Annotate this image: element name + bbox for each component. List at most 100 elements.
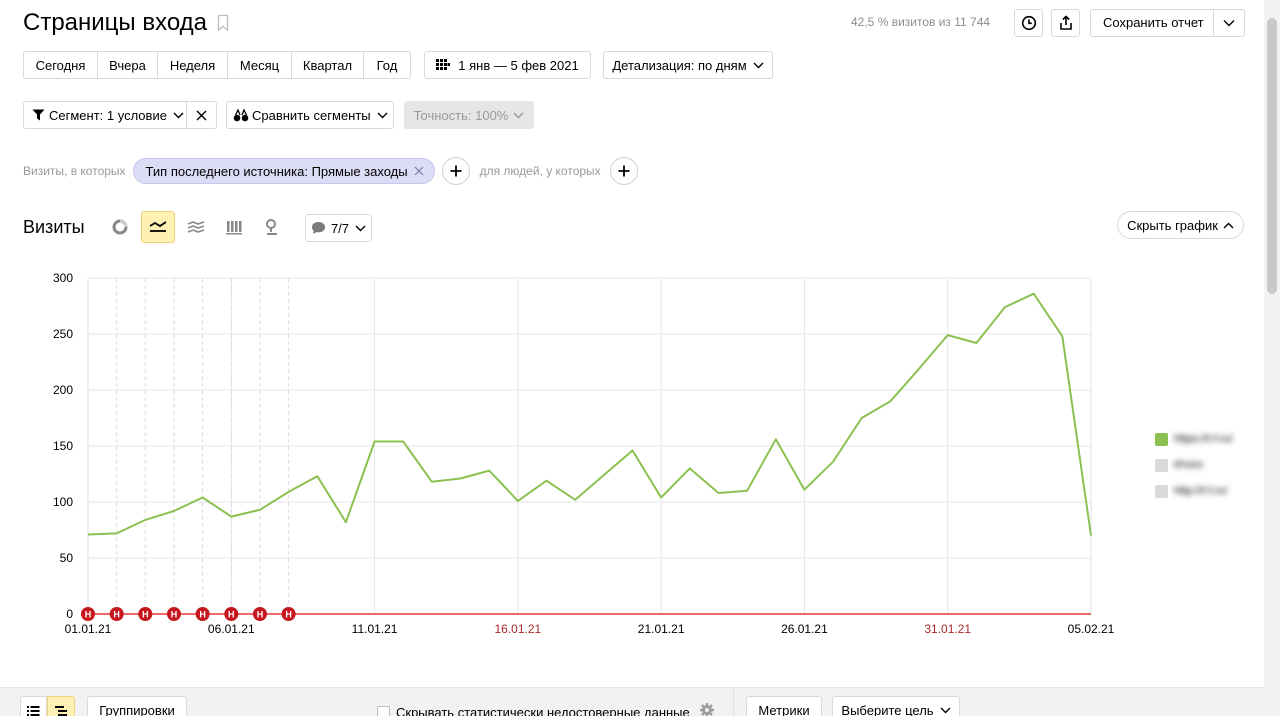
save-report-label: Сохранить отчет (1091, 10, 1214, 36)
page-title: Страницы входа (23, 9, 207, 36)
chart-legend: https://t-f.ru/ Итого http://t-f.ru/ (1155, 426, 1233, 504)
chevron-down-icon (513, 112, 524, 118)
hide-chart-label: Скрыть график (1127, 217, 1218, 233)
people-condition-prefix: для людей, у которых (479, 164, 601, 178)
chart-type-bar[interactable] (217, 211, 251, 243)
map-pin-icon (265, 219, 277, 235)
pie-chart-icon (112, 219, 128, 235)
x-tick-label: 31.01.21 (924, 622, 971, 636)
area-chart-icon (187, 221, 204, 233)
clock-icon (1021, 15, 1036, 31)
x-tick-label: 11.01.21 (352, 622, 398, 636)
date-range-button[interactable]: 1 янв — 5 фев 2021 (424, 51, 591, 79)
accuracy-dropdown: Точность: 100% (404, 101, 534, 129)
condition-chip[interactable]: Тип последнего источника: Прямые заходы (132, 158, 435, 184)
save-report-button[interactable]: Сохранить отчет (1090, 9, 1245, 37)
detail-label: Детализация: по дням (612, 57, 747, 73)
hide-chart-button[interactable]: Скрыть график (1117, 211, 1244, 239)
checkbox-box[interactable] (377, 706, 390, 716)
legend-label: http://t-f.ru/ (1174, 485, 1228, 497)
period-selector: Сегодня Вчера Неделя Месяц Квартал Год (23, 51, 411, 79)
legend-item[interactable]: Итого (1155, 452, 1233, 478)
plus-icon (450, 165, 462, 177)
holiday-marker-label: Н (171, 610, 178, 620)
clear-segment-button[interactable] (187, 101, 217, 129)
comment-icon (311, 222, 325, 234)
chart-header: Визиты (23, 211, 293, 243)
goal-label: Выберите цель (841, 702, 934, 716)
legend-item[interactable]: https://t-f.ru/ (1155, 426, 1233, 452)
segment-dropdown[interactable]: Сегмент: 1 условие (23, 101, 187, 129)
compare-icon (233, 108, 249, 121)
legend-swatch (1155, 458, 1168, 472)
notes-count: 7/7 (330, 220, 350, 236)
accuracy-label: Точность: 100% (413, 107, 509, 123)
x-tick-label: 05.02.21 (1068, 622, 1115, 636)
detail-dropdown[interactable]: Детализация: по дням (603, 51, 773, 79)
chart-title: Визиты (23, 216, 85, 237)
goal-dropdown[interactable]: Выберите цель (832, 696, 960, 716)
segment-conditions: Визиты, в которых Тип последнего источни… (23, 157, 638, 185)
condition-chip-label: Тип последнего источника: Прямые заходы (145, 163, 408, 179)
x-tick-label: 21.01.21 (638, 622, 685, 636)
period-year[interactable]: Год (364, 52, 410, 78)
export-button[interactable] (1051, 9, 1080, 37)
period-month[interactable]: Месяц (228, 52, 292, 78)
y-tick-label: 250 (53, 327, 73, 341)
y-tick-label: 100 (53, 495, 73, 509)
notes-dropdown[interactable]: 7/7 (305, 214, 372, 242)
list-icon (27, 705, 40, 716)
x-tick-label: 06.01.21 (208, 622, 255, 636)
list-view-button[interactable] (20, 696, 47, 716)
holiday-marker-label: Н (113, 610, 120, 620)
toolbar-divider (733, 688, 734, 716)
tree-view-button[interactable] (47, 696, 75, 716)
series-line (87, 292, 1092, 536)
metrics-button[interactable]: Метрики (746, 696, 822, 716)
chevron-down-icon (377, 112, 388, 118)
tree-list-icon (54, 705, 67, 716)
chart-type-pie[interactable] (103, 211, 137, 243)
period-today[interactable]: Сегодня (24, 52, 98, 78)
x-tick-label: 01.01.21 (65, 622, 112, 636)
calendar-icon (436, 59, 451, 70)
period-quarter[interactable]: Квартал (292, 52, 364, 78)
close-icon[interactable] (414, 166, 424, 176)
chart-type-area[interactable] (179, 211, 213, 243)
holiday-marker-label: Н (85, 610, 92, 620)
hide-unreliable-checkbox[interactable]: Скрывать статистически недостоверные дан… (377, 705, 690, 716)
scrollbar-thumb[interactable] (1267, 18, 1277, 294)
y-tick-label: 150 (53, 439, 73, 453)
legend-label: https://t-f.ru/ (1174, 433, 1233, 445)
compare-segments-dropdown[interactable]: Сравнить сегменты (226, 101, 394, 129)
holiday-marker-label: Н (142, 610, 149, 620)
legend-item[interactable]: http://t-f.ru/ (1155, 478, 1233, 504)
groupings-button[interactable]: Группировки (87, 696, 187, 716)
page-scrollbar[interactable] (1264, 0, 1280, 716)
x-tick-label: 26.01.21 (781, 622, 828, 636)
y-tick-label: 300 (53, 271, 73, 285)
holiday-marker-label: Н (257, 610, 264, 620)
bookmark-icon[interactable] (217, 14, 229, 32)
visits-line-chart: 050100150200250300Н Н Н Н Н Н Н Н01.01.21 06.01.… (53, 271, 1115, 636)
chevron-down-icon (940, 707, 951, 713)
gear-icon[interactable] (699, 702, 715, 716)
chart-type-line[interactable] (140, 211, 175, 243)
plus-icon (618, 165, 630, 177)
compare-segments-label: Сравнить сегменты (252, 107, 371, 123)
chevron-up-icon (1223, 222, 1234, 228)
period-week[interactable]: Неделя (158, 52, 228, 78)
add-people-condition-button[interactable] (609, 157, 638, 185)
history-button[interactable] (1014, 9, 1043, 37)
segment-label: Сегмент: 1 условие (49, 107, 167, 123)
chevron-down-icon[interactable] (1214, 19, 1244, 27)
visits-summary: 42,5 % визитов из 11 744 (851, 15, 991, 29)
holiday-marker-label: Н (228, 610, 235, 620)
holiday-marker-label: Н (199, 610, 206, 620)
line-chart-icon (149, 221, 167, 232)
add-visit-condition-button[interactable] (441, 157, 470, 185)
period-yesterday[interactable]: Вчера (98, 52, 158, 78)
legend-swatch (1155, 484, 1168, 498)
holiday-marker-label: Н (285, 610, 292, 620)
chart-type-map[interactable] (255, 211, 289, 243)
